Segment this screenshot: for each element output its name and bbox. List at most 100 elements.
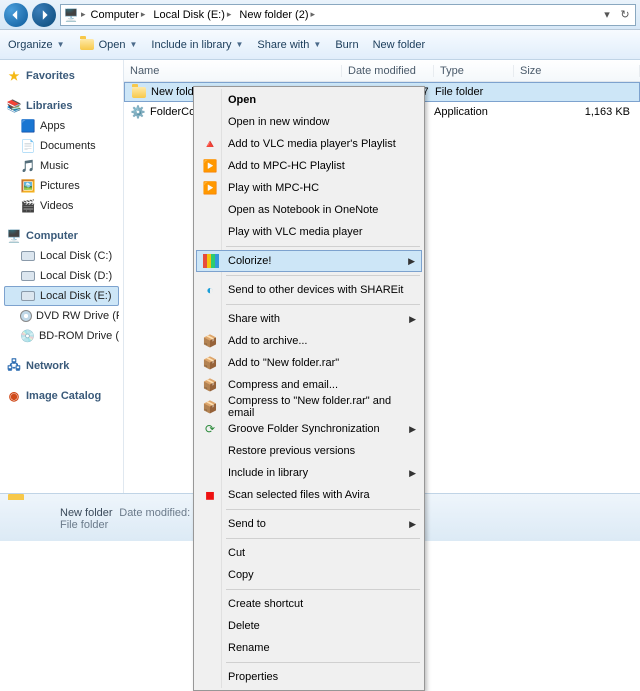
groove-icon: ⟳ (202, 421, 218, 437)
ctx-onenote[interactable]: Open as Notebook in OneNote (196, 199, 422, 221)
ctx-compress-email[interactable]: 📦Compress and email... (196, 374, 422, 396)
computer-icon: 🖥️ (6, 228, 22, 244)
address-bar: 🖥️ ▸ Computer▸ Local Disk (E:)▸ New fold… (0, 0, 640, 30)
computer-icon: 🖥️ (63, 7, 79, 23)
ctx-properties[interactable]: Properties (196, 666, 422, 688)
ctx-mpc-playlist[interactable]: ▶️Add to MPC-HC Playlist (196, 155, 422, 177)
pictures-icon: 🖼️ (20, 178, 36, 194)
burn-button[interactable]: Burn (335, 39, 358, 51)
nav-back-button[interactable] (4, 3, 28, 27)
status-name: New folder (60, 507, 113, 519)
sidebar-dvd-drive[interactable]: DVD RW Drive (F:) N (4, 306, 119, 326)
ctx-open-new-window[interactable]: Open in new window (196, 111, 422, 133)
sidebar-item-pictures[interactable]: 🖼️Pictures (4, 176, 119, 196)
music-icon: 🎵 (20, 158, 36, 174)
computer-group[interactable]: 🖥️Computer (4, 226, 119, 246)
winrar-icon: 📦 (202, 377, 218, 393)
sidebar-bdrom-drive[interactable]: 💿BD-ROM Drive (G:) D (4, 326, 119, 346)
ctx-restore[interactable]: Restore previous versions (196, 440, 422, 462)
ctx-delete[interactable]: Delete (196, 615, 422, 637)
chevron-right-icon: ▶ (408, 256, 415, 267)
ctx-play-vlc[interactable]: Play with VLC media player (196, 221, 422, 243)
disc-icon (20, 310, 32, 322)
breadcrumb-computer[interactable]: Computer▸ (88, 9, 149, 21)
ctx-avira[interactable]: ◼Scan selected files with Avira (196, 484, 422, 506)
avira-icon: ◼ (202, 487, 218, 503)
ctx-add-archive[interactable]: 📦Add to archive... (196, 330, 422, 352)
ctx-colorize[interactable]: Colorize!▶ (196, 250, 422, 272)
ctx-share-with[interactable]: Share with▶ (196, 308, 422, 330)
winrar-icon: 📦 (202, 333, 218, 349)
winrar-icon: 📦 (202, 399, 218, 415)
chevron-right-icon: ▶ (409, 424, 416, 435)
ctx-include-library[interactable]: Include in library▶ (196, 462, 422, 484)
ctx-compress-rar-email[interactable]: 📦Compress to "New folder.rar" and email (196, 396, 422, 418)
include-library-button[interactable]: Include in library▼ (151, 39, 243, 51)
folder-icon (8, 500, 50, 536)
drive-icon (21, 291, 35, 301)
ctx-play-mpc[interactable]: ▶️Play with MPC-HC (196, 177, 422, 199)
favorites-group[interactable]: ★Favorites (4, 66, 119, 86)
winrar-icon: 📦 (202, 355, 218, 371)
column-date[interactable]: Date modified (342, 65, 434, 77)
sidebar-item-documents[interactable]: 📄Documents (4, 136, 119, 156)
ctx-rename[interactable]: Rename (196, 637, 422, 659)
documents-icon: 📄 (20, 138, 36, 154)
libraries-icon: 📚 (6, 98, 22, 114)
breadcrumb-drive[interactable]: Local Disk (E:)▸ (150, 9, 234, 21)
image-catalog-group[interactable]: ◉Image Catalog (4, 386, 119, 406)
ctx-copy[interactable]: Copy (196, 564, 422, 586)
drive-icon (21, 271, 35, 281)
ctx-vlc-playlist[interactable]: 🔺Add to VLC media player's Playlist (196, 133, 422, 155)
command-bar: Organize▼ Open▼ Include in library▼ Shar… (0, 30, 640, 60)
ctx-open[interactable]: Open (196, 89, 422, 111)
app-icon: ⚙️ (130, 104, 146, 120)
star-icon: ★ (6, 68, 22, 84)
chevron-right-icon: ▶ (409, 519, 416, 530)
mpc-icon: ▶️ (202, 180, 218, 196)
breadcrumb-box[interactable]: 🖥️ ▸ Computer▸ Local Disk (E:)▸ New fold… (60, 4, 636, 26)
colorize-icon (203, 253, 219, 269)
sidebar-drive-c[interactable]: Local Disk (C:) (4, 246, 119, 266)
sidebar-drive-e[interactable]: Local Disk (E:) (4, 286, 119, 306)
column-size[interactable]: Size (514, 65, 640, 77)
sidebar-drive-d[interactable]: Local Disk (D:) (4, 266, 119, 286)
refresh-button[interactable]: ↻ (617, 8, 633, 21)
network-icon: 🖧 (6, 358, 22, 374)
open-button[interactable]: Open▼ (79, 37, 138, 53)
ctx-shareit[interactable]: ◐Send to other devices with SHAREit (196, 279, 422, 301)
libraries-group[interactable]: 📚Libraries (4, 96, 119, 116)
address-dropdown-button[interactable]: ▾ (599, 8, 615, 21)
network-group[interactable]: 🖧Network (4, 356, 119, 376)
column-type[interactable]: Type (434, 65, 514, 77)
column-name[interactable]: Name (124, 65, 342, 77)
apps-icon: 🟦 (20, 118, 36, 134)
new-folder-button[interactable]: New folder (373, 39, 426, 51)
column-headers: Name Date modified Type Size (124, 60, 640, 82)
ctx-add-rar[interactable]: 📦Add to "New folder.rar" (196, 352, 422, 374)
ctx-create-shortcut[interactable]: Create shortcut (196, 593, 422, 615)
image-catalog-icon: ◉ (6, 388, 22, 404)
breadcrumb-folder[interactable]: New folder (2)▸ (236, 9, 318, 21)
sidebar-item-music[interactable]: 🎵Music (4, 156, 119, 176)
drive-icon (21, 251, 35, 261)
ctx-groove[interactable]: ⟳Groove Folder Synchronization▶ (196, 418, 422, 440)
context-menu: Open Open in new window 🔺Add to VLC medi… (193, 86, 425, 691)
sidebar-item-apps[interactable]: 🟦Apps (4, 116, 119, 136)
chevron-right-icon: ▶ (409, 468, 416, 479)
organize-button[interactable]: Organize▼ (8, 39, 65, 51)
bdrom-icon: 💿 (20, 328, 35, 344)
share-with-button[interactable]: Share with▼ (257, 39, 321, 51)
sidebar-item-videos[interactable]: 🎬Videos (4, 196, 119, 216)
chevron-right-icon: ▸ (81, 9, 86, 20)
nav-forward-button[interactable] (32, 3, 56, 27)
navigation-pane: ★Favorites 📚Libraries 🟦Apps 📄Documents 🎵… (0, 60, 124, 493)
ctx-cut[interactable]: Cut (196, 542, 422, 564)
folder-icon (132, 87, 146, 98)
chevron-right-icon: ▶ (409, 314, 416, 325)
vlc-icon: 🔺 (202, 136, 218, 152)
videos-icon: 🎬 (20, 198, 36, 214)
mpc-icon: ▶️ (202, 158, 218, 174)
ctx-send-to[interactable]: Send to▶ (196, 513, 422, 535)
shareit-icon: ◐ (202, 282, 218, 298)
